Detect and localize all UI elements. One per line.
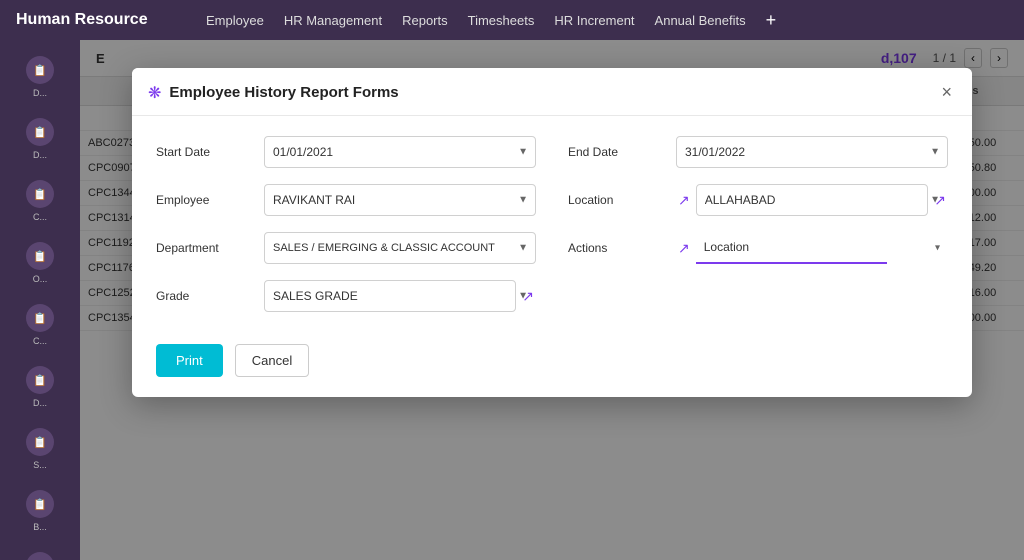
actions-chevron-icon: ▾ bbox=[935, 243, 940, 254]
location-wrapper: ↗ ▼ ↗ bbox=[676, 184, 948, 216]
nav-hr-increment[interactable]: HR Increment bbox=[554, 13, 634, 28]
start-date-input[interactable] bbox=[264, 136, 536, 168]
end-date-label: End Date bbox=[568, 145, 668, 159]
nav-links: Employee HR Management Reports Timesheet… bbox=[206, 10, 776, 31]
modal-body: Start Date ▼ End Date ▼ bbox=[132, 116, 972, 332]
sidebar-label-5: D... bbox=[33, 398, 47, 408]
sidebar-item-7[interactable]: 📋 B... bbox=[0, 482, 80, 540]
sidebar-icon-2: 📋 bbox=[26, 180, 54, 208]
modal-overlay: ❋ Employee History Report Forms × Start … bbox=[80, 40, 1024, 560]
modal-footer: Print Cancel bbox=[132, 332, 972, 397]
nav-reports[interactable]: Reports bbox=[402, 13, 448, 28]
employee-row: Employee ▼ bbox=[156, 184, 536, 216]
actions-wrapper: ↗ ▾ bbox=[676, 232, 948, 264]
grade-open-button[interactable]: ↗ bbox=[520, 288, 536, 305]
sidebar-icon-7: 📋 bbox=[26, 490, 54, 518]
nav-hr-management[interactable]: HR Management bbox=[284, 13, 382, 28]
sidebar-label-4: C... bbox=[33, 336, 47, 346]
end-date-row: End Date ▼ bbox=[568, 136, 948, 168]
actions-label: Actions bbox=[568, 241, 668, 255]
sidebar-item-4[interactable]: 📋 C... bbox=[0, 296, 80, 354]
department-label: Department bbox=[156, 241, 256, 255]
nav-employee[interactable]: Employee bbox=[206, 13, 264, 28]
start-date-label: Start Date bbox=[156, 145, 256, 159]
location-row: Location ↗ ▼ ↗ bbox=[568, 184, 948, 216]
sidebar-item-6[interactable]: 📋 S... bbox=[0, 420, 80, 478]
sidebar-icon-3: 📋 bbox=[26, 242, 54, 270]
grade-wrapper: ▼ ↗ bbox=[264, 280, 536, 312]
nav-annual-benefits[interactable]: Annual Benefits bbox=[655, 13, 746, 28]
modal-header-icon: ❋ bbox=[148, 83, 161, 103]
sidebar-label-0: D... bbox=[33, 88, 47, 98]
start-date-row: Start Date ▼ bbox=[156, 136, 536, 168]
sidebar-icon-1: 📋 bbox=[26, 118, 54, 146]
sidebar-label-2: C... bbox=[33, 212, 47, 222]
sidebar-label-7: B... bbox=[33, 522, 47, 532]
employee-wrapper: ▼ bbox=[264, 184, 536, 216]
end-date-wrapper: ▼ bbox=[676, 136, 948, 168]
sidebar-item-0[interactable]: 📋 D... bbox=[0, 48, 80, 106]
top-navigation: Human Resource Employee HR Management Re… bbox=[0, 0, 1024, 40]
empty-cell bbox=[568, 280, 948, 312]
employee-label: Employee bbox=[156, 193, 256, 207]
modal-close-button[interactable]: × bbox=[937, 82, 956, 103]
actions-external-link-button[interactable]: ↗ bbox=[676, 240, 692, 257]
modal-header: ❋ Employee History Report Forms × bbox=[132, 68, 972, 116]
grade-row: Grade ▼ ↗ bbox=[156, 280, 536, 312]
start-date-wrapper: ▼ bbox=[264, 136, 536, 168]
sidebar-icon-4: 📋 bbox=[26, 304, 54, 332]
content-area: E d,107 1 / 1 ‹ › Employee Action Date L… bbox=[80, 40, 1024, 560]
location-label: Location bbox=[568, 193, 668, 207]
location-external-link-button[interactable]: ↗ bbox=[676, 192, 692, 209]
sidebar: 📋 D... 📋 D... 📋 C... 📋 O... 📋 C... 📋 D..… bbox=[0, 40, 80, 560]
department-input[interactable] bbox=[264, 232, 536, 264]
actions-row: Actions ↗ ▾ bbox=[568, 232, 948, 264]
sidebar-icon-5: 📋 bbox=[26, 366, 54, 394]
modal-title: Employee History Report Forms bbox=[169, 84, 929, 101]
location-open-button[interactable]: ↗ bbox=[932, 192, 948, 209]
location-input[interactable] bbox=[696, 184, 929, 216]
nav-timesheets[interactable]: Timesheets bbox=[468, 13, 535, 28]
sidebar-item-5[interactable]: 📋 D... bbox=[0, 358, 80, 416]
add-nav-icon[interactable]: + bbox=[766, 10, 777, 31]
sidebar-label-1: D... bbox=[33, 150, 47, 160]
sidebar-icon-0: 📋 bbox=[26, 56, 54, 84]
print-button[interactable]: Print bbox=[156, 344, 223, 377]
end-date-input[interactable] bbox=[676, 136, 948, 168]
app-title: Human Resource bbox=[16, 11, 186, 29]
employee-input[interactable] bbox=[264, 184, 536, 216]
sidebar-item-2[interactable]: 📋 C... bbox=[0, 172, 80, 230]
sidebar-item-3[interactable]: 📋 O... bbox=[0, 234, 80, 292]
sidebar-icon-8: 📋 bbox=[26, 552, 54, 560]
grade-label: Grade bbox=[156, 289, 256, 303]
form-grid: Start Date ▼ End Date ▼ bbox=[156, 136, 948, 312]
modal-dialog: ❋ Employee History Report Forms × Start … bbox=[132, 68, 972, 397]
grade-input[interactable] bbox=[264, 280, 516, 312]
sidebar-label-3: O... bbox=[33, 274, 48, 284]
actions-input[interactable] bbox=[696, 232, 887, 264]
sidebar-item-1[interactable]: 📋 D... bbox=[0, 110, 80, 168]
cancel-button[interactable]: Cancel bbox=[235, 344, 309, 377]
department-wrapper: ▼ bbox=[264, 232, 536, 264]
sidebar-icon-6: 📋 bbox=[26, 428, 54, 456]
sidebar-item-8[interactable]: 📋 C... bbox=[0, 544, 80, 560]
main-layout: 📋 D... 📋 D... 📋 C... 📋 O... 📋 C... 📋 D..… bbox=[0, 40, 1024, 560]
department-row: Department ▼ bbox=[156, 232, 536, 264]
sidebar-label-6: S... bbox=[33, 460, 47, 470]
